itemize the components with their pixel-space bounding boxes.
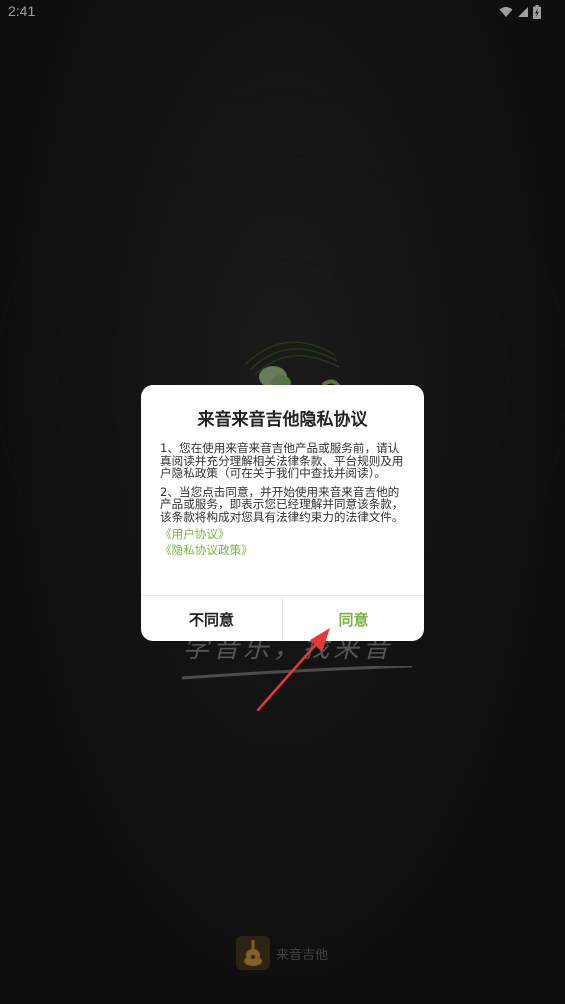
splash-screen: 2:41 学音乐，找来音 来音吉他 来音来音吉他隐私协议 1、您在使用来音来音吉… <box>0 0 565 1004</box>
dialog-body: 1、您在使用来音来音吉他产品或服务前，请认真阅读并充分理解相关法律条款、平台规则… <box>160 442 408 558</box>
dialog-paragraph-1: 1、您在使用来音来音吉他产品或服务前，请认真阅读并充分理解相关法律条款、平台规则… <box>160 441 404 481</box>
privacy-policy-link[interactable]: 《隐私协议政策》 <box>160 542 408 558</box>
dialog-paragraph-2: 2、当您点击同意，并开始使用来音来音吉他的产品或服务，即表示您已经理解并同意该条… <box>160 484 404 524</box>
annotation-arrow-icon <box>256 628 330 712</box>
privacy-dialog: 来音来音吉他隐私协议 1、您在使用来音来音吉他产品或服务前，请认真阅读并充分理解… <box>141 385 424 641</box>
user-agreement-link[interactable]: 《用户协议》 <box>160 526 408 542</box>
dialog-title: 来音来音吉他隐私协议 <box>197 410 368 430</box>
